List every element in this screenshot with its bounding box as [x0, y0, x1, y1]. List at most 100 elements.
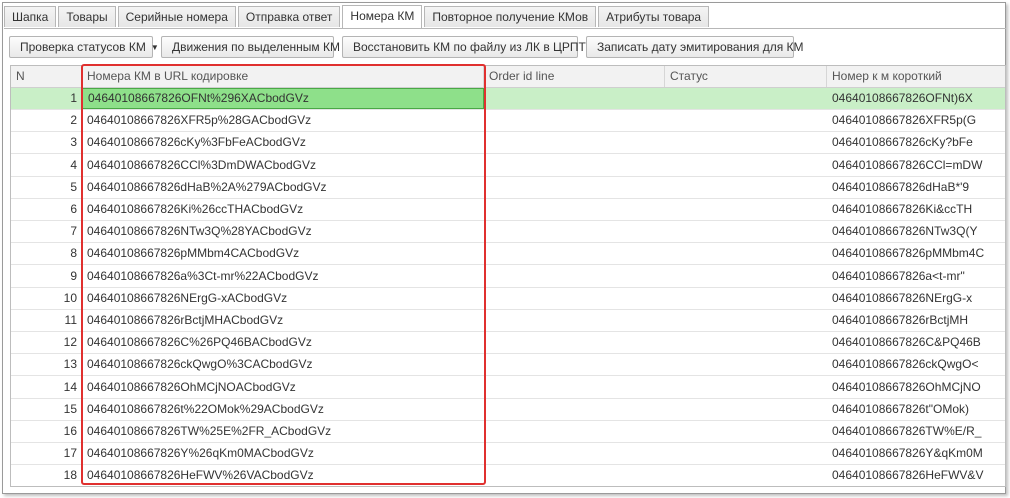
status-cell[interactable]: [665, 310, 827, 331]
row-number[interactable]: 2: [11, 110, 82, 131]
order-id-cell[interactable]: [484, 266, 665, 287]
status-cell[interactable]: [665, 465, 827, 486]
short-number-cell[interactable]: 04640108667826ckQwgO<: [827, 354, 1005, 375]
km-url-cell[interactable]: 04640108667826ckQwgO%3CACbodGVz: [82, 354, 484, 375]
km-url-cell[interactable]: 04640108667826Y%26qKm0MACbodGVz: [82, 443, 484, 464]
tab-km-numbers[interactable]: Номера КМ: [342, 5, 423, 28]
table-row[interactable]: 10 04640108667826NErgG-xACbodGVz 046401086…: [11, 288, 1005, 310]
short-number-cell[interactable]: 04640108667826a<t-mr": [827, 266, 1005, 287]
row-number[interactable]: 17: [11, 443, 82, 464]
column-header-order-id[interactable]: Order id line: [484, 66, 665, 87]
status-cell[interactable]: [665, 266, 827, 287]
status-cell[interactable]: [665, 421, 827, 442]
table-row[interactable]: 4 04640108667826CCl%3DmDWACbodGVz 04640108…: [11, 155, 1005, 177]
row-number[interactable]: 9: [11, 266, 82, 287]
table-row[interactable]: 11 04640108667826rBctjMHACbodGVz 046401086…: [11, 310, 1005, 332]
short-number-cell[interactable]: 04640108667826pMMbm4C: [827, 243, 1005, 264]
row-number[interactable]: 3: [11, 132, 82, 153]
km-url-cell[interactable]: 04640108667826t%22OMok%29ACbodGVz: [82, 399, 484, 420]
table-row[interactable]: 18 04640108667826HeFWV%26VACbodGVz 0464010…: [11, 465, 1005, 486]
row-number[interactable]: 14: [11, 377, 82, 398]
table-row[interactable]: 13 04640108667826ckQwgO%3CACbodGVz 0464010…: [11, 354, 1005, 377]
short-number-cell[interactable]: 04640108667826NTw3Q(Y: [827, 221, 1005, 242]
order-id-cell[interactable]: [484, 399, 665, 420]
short-number-cell[interactable]: 04640108667826Y&qKm0M: [827, 443, 1005, 464]
row-number[interactable]: 13: [11, 354, 82, 375]
short-number-cell[interactable]: 04640108667826OhMCjNO: [827, 377, 1005, 398]
order-id-cell[interactable]: [484, 465, 665, 486]
km-url-cell[interactable]: 04640108667826XFR5p%28GACbodGVz: [82, 110, 484, 131]
order-id-cell[interactable]: [484, 155, 665, 176]
row-number[interactable]: 15: [11, 399, 82, 420]
short-number-cell[interactable]: 04640108667826NErgG-x: [827, 288, 1005, 309]
status-cell[interactable]: [665, 377, 827, 398]
short-number-cell[interactable]: 04640108667826dHaB*'9: [827, 177, 1005, 198]
short-number-cell[interactable]: 04640108667826t"OMok): [827, 399, 1005, 420]
row-number[interactable]: 6: [11, 199, 82, 220]
short-number-cell[interactable]: 04640108667826rBctjMH: [827, 310, 1005, 331]
km-url-cell[interactable]: 04640108667826dHaB%2A%279ACbodGVz: [82, 177, 484, 198]
row-number[interactable]: 8: [11, 243, 82, 264]
order-id-cell[interactable]: [484, 243, 665, 264]
column-header-n[interactable]: N: [11, 66, 82, 87]
km-url-cell[interactable]: 04640108667826rBctjMHACbodGVz: [82, 310, 484, 331]
restore-km-button[interactable]: Восстановить КМ по файлу из ЛК в ЦРПТ: [342, 36, 586, 58]
status-cell[interactable]: [665, 399, 827, 420]
status-cell[interactable]: [665, 132, 827, 153]
status-cell[interactable]: [665, 243, 827, 264]
column-header-short-number[interactable]: Номер к м короткий: [827, 66, 1005, 87]
order-id-cell[interactable]: [484, 310, 665, 331]
tab-send-response[interactable]: Отправка ответ: [237, 6, 341, 27]
column-header-status[interactable]: Статус: [665, 66, 827, 87]
row-number[interactable]: 7: [11, 221, 82, 242]
order-id-cell[interactable]: [484, 177, 665, 198]
status-cell[interactable]: [665, 177, 827, 198]
order-id-cell[interactable]: [484, 332, 665, 353]
short-number-cell[interactable]: 04640108667826cKy?bFe: [827, 132, 1005, 153]
km-url-cell[interactable]: 04640108667826OFNt%296XACbodGVz: [82, 88, 484, 109]
km-url-cell[interactable]: 04640108667826a%3Ct-mr%22ACbodGVz: [82, 266, 484, 287]
table-row[interactable]: 7 04640108667826NTw3Q%28YACbodGVz 04640108…: [11, 221, 1005, 244]
check-status-dropdown-button[interactable]: Проверка статусов КМ ▼: [9, 36, 159, 58]
km-url-cell[interactable]: 04640108667826NTw3Q%28YACbodGVz: [82, 221, 484, 242]
row-number[interactable]: 5: [11, 177, 82, 198]
column-header-url[interactable]: Номера КМ в URL кодировке: [82, 66, 484, 87]
order-id-cell[interactable]: [484, 377, 665, 398]
row-number[interactable]: 1: [11, 88, 82, 109]
row-number[interactable]: 4: [11, 155, 82, 176]
table-row[interactable]: 5 04640108667826dHaB%2A%279ACbodGVz 046401…: [11, 177, 1005, 199]
status-cell[interactable]: [665, 110, 827, 131]
tab-goods-attributes[interactable]: Атрибуты товара: [598, 6, 710, 27]
status-cell[interactable]: [665, 199, 827, 220]
status-cell[interactable]: [665, 88, 827, 109]
row-number[interactable]: 18: [11, 465, 82, 486]
status-cell[interactable]: [665, 443, 827, 464]
short-number-cell[interactable]: 04640108667826CCl=mDW: [827, 155, 1005, 176]
order-id-cell[interactable]: [484, 132, 665, 153]
table-row[interactable]: 6 04640108667826Ki%26ccTHACbodGVz 04640108…: [11, 199, 1005, 221]
km-url-cell[interactable]: 04640108667826NErgG-xACbodGVz: [82, 288, 484, 309]
order-id-cell[interactable]: [484, 221, 665, 242]
tab-goods[interactable]: Товары: [58, 6, 116, 27]
table-row[interactable]: 8 04640108667826pMMbm4CACbodGVz 0464010866…: [11, 243, 1005, 266]
km-url-cell[interactable]: 04640108667826HeFWV%26VACbodGVz: [82, 465, 484, 486]
write-emission-date-button[interactable]: Записать дату эмитирования для КМ: [586, 36, 804, 58]
order-id-cell[interactable]: [484, 443, 665, 464]
status-cell[interactable]: [665, 332, 827, 353]
order-id-cell[interactable]: [484, 88, 665, 109]
order-id-cell[interactable]: [484, 354, 665, 375]
km-url-cell[interactable]: 04640108667826CCl%3DmDWACbodGVz: [82, 155, 484, 176]
status-cell[interactable]: [665, 221, 827, 242]
short-number-cell[interactable]: 04640108667826TW%E/R_: [827, 421, 1005, 442]
table-row[interactable]: 16 04640108667826TW%25E%2FR_ACbodGVz 04640…: [11, 421, 1005, 443]
table-row[interactable]: 9 04640108667826a%3Ct-mr%22ACbodGVz 046401…: [11, 266, 1005, 288]
km-url-cell[interactable]: 04640108667826C%26PQ46BACbodGVz: [82, 332, 484, 353]
movements-button[interactable]: Движения по выделенным КМ: [161, 36, 340, 58]
order-id-cell[interactable]: [484, 110, 665, 131]
short-number-cell[interactable]: 04640108667826C&PQ46B: [827, 332, 1005, 353]
table-row[interactable]: 17 04640108667826Y%26qKm0MACbodGVz 0464010…: [11, 443, 1005, 466]
status-cell[interactable]: [665, 155, 827, 176]
km-url-cell[interactable]: 04640108667826TW%25E%2FR_ACbodGVz: [82, 421, 484, 442]
tab-km-reacquire[interactable]: Повторное получение КМов: [424, 6, 597, 27]
row-number[interactable]: 12: [11, 332, 82, 353]
